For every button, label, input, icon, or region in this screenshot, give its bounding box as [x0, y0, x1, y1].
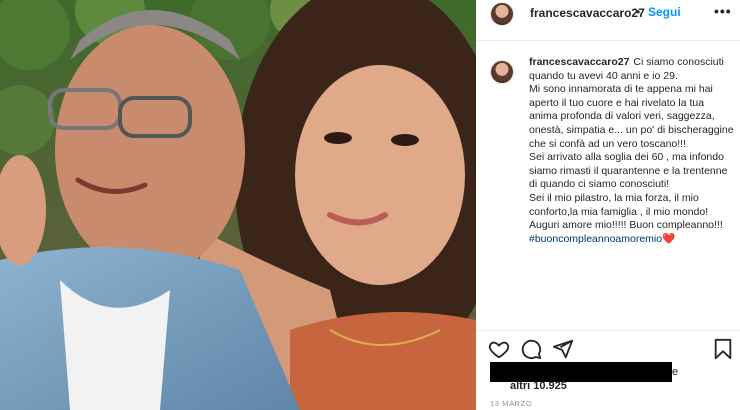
follow-button[interactable]: Segui [648, 5, 681, 19]
bookmark-icon[interactable] [712, 338, 734, 360]
likes-redaction [490, 362, 672, 382]
caption-line: Auguri amore mio!!!!! Buon compleanno!!! [529, 219, 723, 232]
hashtag-link[interactable]: #buoncompleannoamoremio [529, 233, 662, 245]
caption-line: francescavaccaro27 Ci siamo conosciuti qu… [529, 56, 734, 83]
heart-outline-icon[interactable] [488, 338, 510, 360]
caption-line: Sei arrivato alla soglia dei 60 , ma inf… [529, 151, 728, 191]
header-divider [476, 40, 740, 41]
comment-bubble-icon[interactable] [520, 338, 542, 360]
post-panel: francescavaccaro27 • Segui ••• francesca… [476, 0, 740, 410]
post-header: francescavaccaro27 • Segui ••• [476, 0, 740, 28]
likes-count[interactable]: altri 10.925 [510, 380, 567, 392]
caption-hashtag-line: #buoncompleannoamoremio❤️ [529, 233, 734, 247]
author-avatar[interactable] [490, 2, 514, 26]
heart-emoji: ❤️ [662, 232, 676, 245]
caption-avatar[interactable] [490, 60, 514, 84]
post-photo-illustration [0, 0, 476, 410]
caption-line: Sei il mio pilastro, la mia forza, il mi… [529, 191, 709, 218]
post-photo[interactable] [0, 0, 476, 410]
author-username[interactable]: francescavaccaro27 [530, 6, 645, 20]
caption-line: Mi sono innamorata di te appena mi hai a… [529, 83, 734, 150]
more-options-icon[interactable]: ••• [714, 3, 732, 19]
post-date[interactable]: 13 MARZO [490, 399, 532, 408]
caption-username[interactable]: francescavaccaro27 [529, 56, 629, 68]
actions-divider [476, 330, 740, 331]
post-actions [476, 336, 740, 362]
likes-conjunction: e [672, 366, 679, 378]
header-separator: • [636, 5, 641, 19]
post-caption: francescavaccaro27 Ci siamo conosciuti qu… [529, 56, 734, 246]
paper-plane-icon[interactable] [552, 338, 574, 360]
